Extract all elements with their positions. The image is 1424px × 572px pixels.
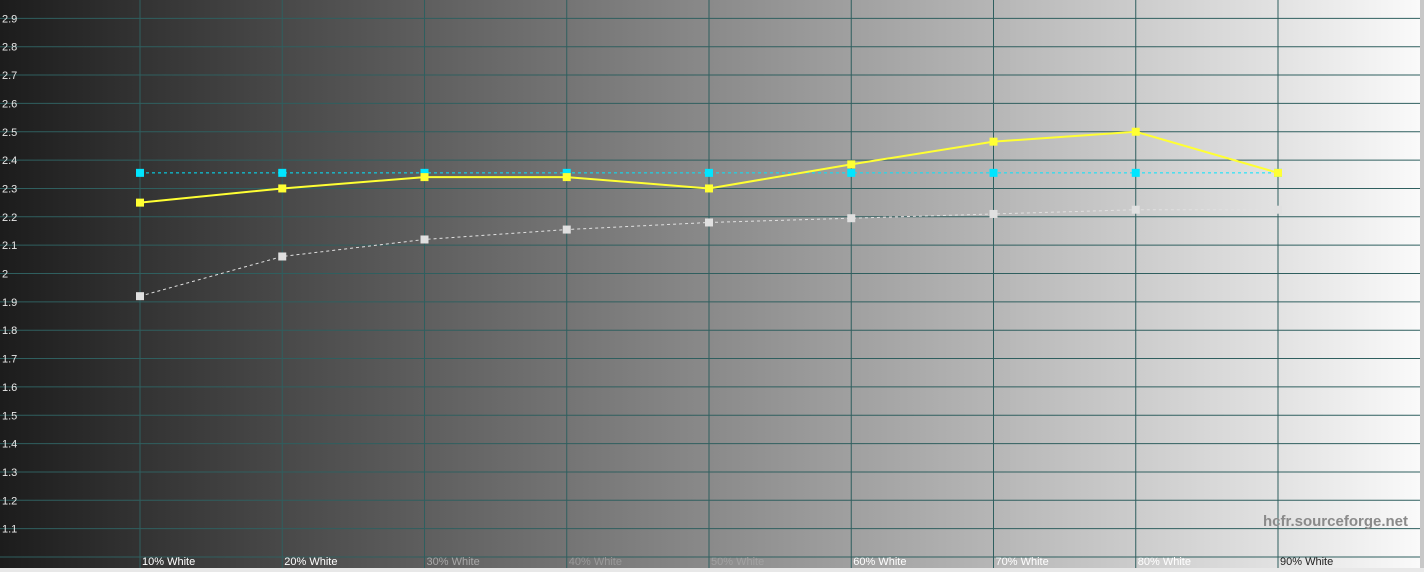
series-point — [420, 235, 429, 244]
series-point — [562, 173, 571, 182]
series-point — [989, 137, 998, 146]
y-tick-label: 1.8 — [2, 325, 17, 337]
x-tick-label: 50% White — [711, 556, 764, 568]
y-tick-label: 1.5 — [2, 410, 17, 422]
series-point — [278, 252, 287, 261]
x-tick-label: 80% White — [1138, 556, 1191, 568]
series-point — [136, 198, 144, 207]
x-tick-labels: 10% White 20% White 30% White 40% White 50% … — [142, 556, 1333, 568]
x-tick-label: 20% White — [284, 556, 337, 568]
chart-frame-bottom — [0, 568, 1424, 572]
series-point — [705, 218, 713, 227]
x-tick-label: 10% White — [142, 556, 195, 568]
x-tick-label: 40% White — [569, 556, 622, 568]
y-tick-label: 2.3 — [2, 183, 17, 195]
series-point — [1274, 205, 1282, 214]
series-point — [278, 184, 287, 193]
series-point — [847, 160, 856, 169]
series-point — [705, 184, 713, 193]
plot-background — [0, 0, 1420, 568]
y-tick-label: 1.4 — [2, 439, 17, 451]
series-point — [989, 209, 998, 218]
series-point — [1131, 127, 1140, 136]
chart-frame-right — [1420, 0, 1424, 572]
series-point — [136, 168, 144, 177]
y-tick-label: 1.6 — [2, 382, 17, 394]
series-point — [989, 168, 998, 177]
series-point — [136, 292, 144, 301]
series-point — [1274, 168, 1282, 177]
x-tick-label: 90% White — [1280, 556, 1333, 568]
x-tick-label: 70% White — [996, 556, 1049, 568]
y-tick-label: 2.8 — [2, 42, 17, 54]
y-tick-label: 2.4 — [2, 155, 17, 167]
series-point — [847, 214, 856, 223]
y-tick-label: 2.1 — [2, 240, 17, 252]
watermark: hcfr.sourceforge.net — [1263, 513, 1408, 530]
series-point — [1131, 168, 1140, 177]
y-tick-label: 1.1 — [2, 524, 17, 536]
x-tick-label: 30% White — [427, 556, 480, 568]
y-tick-label: 2.9 — [2, 13, 17, 25]
x-tick-label: 60% White — [853, 556, 906, 568]
series-point — [278, 168, 287, 177]
y-tick-label: 2.5 — [2, 127, 17, 139]
y-tick-label: 1.2 — [2, 495, 17, 507]
y-tick-label: 2.6 — [2, 98, 17, 110]
series-point — [420, 173, 429, 182]
series-point — [705, 168, 713, 177]
series-point — [847, 168, 856, 177]
y-tick-label: 2.7 — [2, 70, 17, 82]
y-tick-label: 2.2 — [2, 212, 17, 224]
series-point — [562, 225, 571, 234]
y-tick-label: 1.3 — [2, 467, 17, 479]
y-tick-label: 1.9 — [2, 297, 17, 309]
y-tick-label: 1.7 — [2, 354, 17, 366]
gamma-chart: 1.1 1.2 1.3 1.4 1.5 1.6 1.7 1.8 1.9 2 2.1 2.2 2.3 2.4… — [0, 0, 1424, 572]
y-tick-label: 2 — [2, 269, 8, 281]
series-point — [1131, 205, 1140, 214]
